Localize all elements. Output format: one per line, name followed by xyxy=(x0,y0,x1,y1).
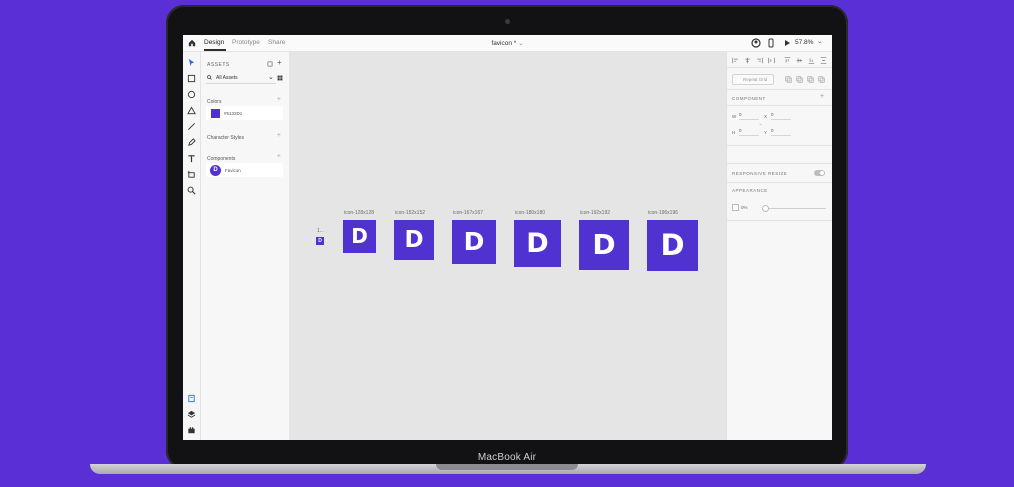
opacity-slider-handle[interactable] xyxy=(762,205,769,212)
distribute-vertical-icon[interactable] xyxy=(820,57,827,64)
x-label: X xyxy=(764,114,768,119)
polygon-tool-icon[interactable] xyxy=(187,106,196,115)
artboard-label[interactable]: icon-196x196 xyxy=(648,210,678,216)
search-icon xyxy=(207,75,212,80)
height-field[interactable]: 0 xyxy=(739,128,759,136)
component-asset[interactable]: D Favicon xyxy=(206,163,283,177)
laptop-notch xyxy=(436,464,578,470)
lock-aspect-icon[interactable]: ⌁ xyxy=(759,122,762,128)
active-tab-indicator xyxy=(204,49,226,51)
zoom-chevron-icon[interactable]: ⌄ xyxy=(817,37,822,45)
line-tool-icon[interactable] xyxy=(187,122,196,131)
character-styles-section-label: Character Styles xyxy=(207,135,244,141)
tool-bar xyxy=(183,52,201,440)
align-left-icon[interactable] xyxy=(732,57,739,64)
artboard-label[interactable]: icon-167x167 xyxy=(453,210,483,216)
chevron-down-icon: ⌄ xyxy=(268,74,274,81)
artboard-label[interactable]: icon-152x152 xyxy=(395,210,425,216)
boolean-exclude-icon[interactable] xyxy=(818,76,825,83)
opacity-value[interactable]: 0% xyxy=(741,205,748,210)
component-thumbnail: D xyxy=(210,165,221,176)
boolean-intersect-icon[interactable] xyxy=(807,76,814,83)
add-component-icon[interactable]: + xyxy=(820,93,824,100)
zoom-level[interactable]: 57.8% xyxy=(795,39,813,46)
y-label: Y xyxy=(764,130,768,135)
align-top-icon[interactable] xyxy=(784,57,791,64)
x-field[interactable]: 0 xyxy=(771,112,791,120)
text-tool-icon[interactable] xyxy=(187,154,196,163)
distribute-icon[interactable] xyxy=(768,57,775,64)
add-character-style-icon[interactable]: + xyxy=(277,132,281,139)
artboard-label[interactable]: icon-192x192 xyxy=(580,210,610,216)
responsive-resize-toggle[interactable] xyxy=(814,170,825,176)
width-field[interactable]: 0 xyxy=(739,112,759,120)
artboard-label: 1... xyxy=(317,228,324,234)
app-window: Design Prototype Share favicon * ⌄ 57.8%… xyxy=(183,35,832,440)
mobile-preview-icon[interactable] xyxy=(766,38,776,48)
appearance-label: APPEARANCE xyxy=(732,188,768,193)
document-title[interactable]: favicon * xyxy=(491,40,516,47)
opacity-slider-track[interactable] xyxy=(764,208,826,209)
components-section-label: Components xyxy=(207,156,236,162)
component-section-label: COMPONENT xyxy=(732,96,766,101)
artboard-icon-196[interactable]: D xyxy=(647,220,698,271)
y-field[interactable]: 0 xyxy=(771,128,791,136)
ellipse-tool-icon[interactable] xyxy=(187,90,196,99)
color-asset[interactable]: #5132D1 xyxy=(206,106,283,120)
add-component-icon[interactable]: + xyxy=(277,153,281,160)
assets-filter-value: All Assets xyxy=(216,75,238,81)
colors-section-label: Colors xyxy=(207,99,222,105)
repeat-grid-button[interactable]: Repeat Grid xyxy=(732,74,774,85)
align-right-icon[interactable] xyxy=(756,57,763,64)
add-asset-icon[interactable]: + xyxy=(277,58,283,67)
artboard-icon-192[interactable]: D xyxy=(579,220,629,270)
color-swatch xyxy=(211,109,220,118)
artboard-icon-152[interactable]: D xyxy=(394,220,434,260)
canvas[interactable]: 1... D icon-128x128 D icon-152x152 D ico… xyxy=(289,52,726,440)
width-label: W xyxy=(732,114,737,119)
pen-tool-icon[interactable] xyxy=(187,138,196,147)
sync-icon[interactable] xyxy=(267,61,273,67)
align-bottom-icon[interactable] xyxy=(808,57,815,64)
zoom-tool-icon[interactable] xyxy=(187,186,196,195)
small-artboard[interactable]: D xyxy=(316,237,324,245)
artboard-label[interactable]: icon-128x128 xyxy=(344,210,374,216)
align-middle-icon[interactable] xyxy=(796,57,803,64)
chevron-down-icon[interactable]: ⌄ xyxy=(518,40,523,47)
align-center-icon[interactable] xyxy=(744,57,751,64)
artboard-icon-180[interactable]: D xyxy=(514,220,561,267)
boolean-add-icon[interactable] xyxy=(785,76,792,83)
play-icon[interactable] xyxy=(782,38,792,48)
rectangle-tool-icon[interactable] xyxy=(187,74,196,83)
component-name: Favicon xyxy=(225,168,241,173)
assets-header: ASSETS xyxy=(207,62,230,68)
assets-panel-icon[interactable] xyxy=(187,394,196,403)
add-color-icon[interactable]: + xyxy=(277,96,281,103)
opacity-checkbox[interactable] xyxy=(732,204,739,211)
artboard-tool-icon[interactable] xyxy=(187,170,196,179)
height-label: H xyxy=(732,130,736,135)
device-brand: MacBook Air xyxy=(477,452,537,463)
user-icon[interactable] xyxy=(751,38,761,48)
camera-icon xyxy=(505,19,510,24)
color-hex: #5132D1 xyxy=(224,111,243,116)
artboard-label[interactable]: icon-180x180 xyxy=(515,210,545,216)
plugins-icon[interactable] xyxy=(187,426,196,435)
assets-panel: ASSETS + All Assets ⌄ Colors + #5132D1 C… xyxy=(201,52,290,440)
select-tool-icon[interactable] xyxy=(187,58,196,67)
property-inspector: Repeat Grid COMPONENT + W 0 X 0 ⌁ H 0 Y … xyxy=(726,52,832,440)
responsive-resize-label: RESPONSIVE RESIZE xyxy=(732,171,788,176)
artboard-icon-167[interactable]: D xyxy=(452,220,496,264)
boolean-subtract-icon[interactable] xyxy=(796,76,803,83)
grid-view-icon[interactable] xyxy=(277,75,283,81)
artboard-icon-128[interactable]: D xyxy=(343,220,376,253)
top-bar: Design Prototype Share favicon * ⌄ 57.8%… xyxy=(183,35,832,52)
assets-filter-dropdown[interactable]: All Assets ⌄ xyxy=(206,73,276,84)
layers-icon[interactable] xyxy=(187,410,196,419)
